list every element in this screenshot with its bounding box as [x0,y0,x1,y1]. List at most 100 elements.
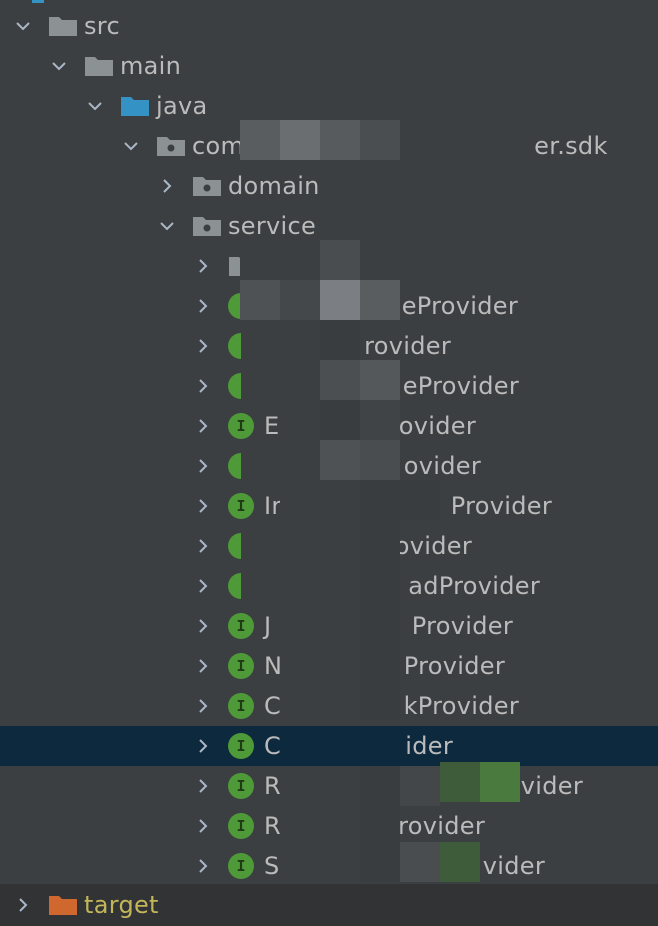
package-icon [156,135,186,157]
redaction-block [280,480,360,520]
folder-icon [84,55,114,77]
redaction-block [240,120,280,160]
interface-name-start: E [264,412,280,440]
redaction-block [400,766,440,806]
chevron-right-icon[interactable] [12,894,34,916]
package-icon [192,175,222,197]
chevron-down-icon[interactable] [156,215,178,237]
interface-icon: I [228,613,254,639]
chevron-right-icon[interactable] [192,855,214,877]
redaction-block [320,440,360,480]
redaction-block [280,726,360,766]
redaction-block [280,640,360,680]
chevron-down-icon[interactable] [48,55,70,77]
tree-node-label: src [84,12,120,40]
tree-node-label: domain [228,172,320,200]
tree-node-label: main [120,52,182,80]
chevron-down-icon[interactable] [12,15,34,37]
chevron-right-icon[interactable] [192,775,214,797]
tree-node-label: service [228,212,317,240]
redaction-block [280,766,360,806]
interface-name-start: R [264,812,281,840]
tree-node-target[interactable]: target [0,884,658,926]
interface-icon [228,373,241,399]
redaction-block [320,280,360,320]
chevron-right-icon[interactable] [192,495,214,517]
interface-name-end: ider [405,732,453,760]
redaction-block [480,762,520,802]
interface-name-end: ovider [394,532,472,560]
chevron-right-icon[interactable] [192,815,214,837]
chevron-right-icon[interactable] [192,655,214,677]
interface-icon: I [228,813,254,839]
chevron-right-icon[interactable] [192,335,214,357]
redaction-block [240,240,320,280]
interface-name-end: ovider [403,452,481,480]
redaction-block [280,280,320,320]
interface-icon [228,333,241,359]
tree-node-label: java [156,92,208,120]
redaction-block [280,680,360,720]
redaction-block [320,120,360,160]
redaction-block [280,806,360,846]
interface-icon [228,453,241,479]
redaction-block [440,842,480,882]
source-folder-icon [120,95,150,117]
redaction-block [360,846,400,882]
interface-icon: I [228,653,254,679]
interface-name-end: eProvider [401,292,518,320]
interface-name-end: adProvider [408,572,540,600]
chevron-right-icon[interactable] [192,375,214,397]
package-name-start: com [192,132,245,160]
chevron-right-icon[interactable] [192,615,214,637]
interface-icon: I [228,853,254,879]
package-name-end: er.sdk [534,132,608,160]
redaction-block [360,806,400,846]
chevron-right-icon[interactable] [192,535,214,557]
redaction-block [360,726,400,766]
package-icon [192,215,222,237]
chevron-right-icon[interactable] [192,695,214,717]
interface-icon: I [228,493,254,519]
tree-node-src[interactable]: src [0,6,658,46]
chevron-right-icon[interactable] [192,455,214,477]
interface-icon: I [228,773,254,799]
chevron-down-icon[interactable] [84,95,106,117]
interface-name-start: C [264,732,282,760]
project-tree: src main java com er.sdk domain service … [0,0,658,926]
redaction-block [360,600,400,640]
chevron-right-icon[interactable] [192,255,214,277]
chevron-down-icon[interactable] [120,135,142,157]
tree-node-label: target [84,891,159,919]
chevron-right-icon[interactable] [192,735,214,757]
redaction-block [360,766,400,806]
redaction-block [280,560,360,600]
interface-name-start: C [264,692,282,720]
chevron-right-icon[interactable] [192,295,214,317]
redaction-block [360,520,400,560]
interface-name-end: Provider [411,612,513,640]
interface-name-start: R [264,772,281,800]
redaction-block [320,360,360,400]
tree-node-main[interactable]: main [0,46,658,86]
interface-name-end: ovider [398,412,476,440]
redaction-block [280,846,360,882]
chevron-right-icon[interactable] [192,575,214,597]
interface-icon [228,573,241,599]
interface-name-end: rovider [398,812,485,840]
chevron-right-icon[interactable] [192,415,214,437]
interface-name-end: eProvider [402,372,519,400]
redaction-block [280,600,360,640]
tree-node-domain[interactable]: domain [0,166,658,206]
redaction-block [360,120,400,160]
redaction-block [360,280,400,320]
redaction-block [360,440,400,480]
redaction-block [280,520,360,560]
interface-name-end: Provider [403,652,505,680]
interface-name-end: rovider [364,332,451,360]
interface-name-end: vider [520,772,583,800]
interface-name-start: Ir [264,492,282,520]
chevron-right-icon[interactable] [156,175,178,197]
redaction-block [320,400,360,440]
redaction-block [360,360,400,400]
